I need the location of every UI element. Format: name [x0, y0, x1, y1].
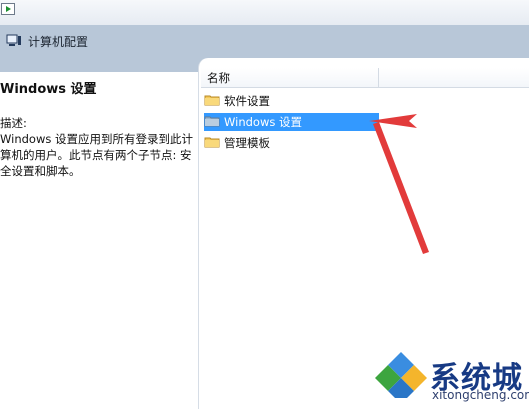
watermark: 系统城 xitongcheng.com — [374, 350, 529, 409]
window-button-icon[interactable] — [1, 3, 15, 15]
list-item-label: 管理模板 — [224, 136, 270, 150]
computer-config-icon — [6, 33, 22, 52]
list-item-label: 软件设置 — [224, 94, 270, 108]
folder-icon — [204, 93, 220, 109]
node-title: 计算机配置 — [6, 34, 88, 50]
list-item-admin-templates[interactable]: 管理模板 — [204, 134, 270, 152]
annotation-arrow-icon — [369, 114, 429, 254]
column-header-name[interactable]: 名称 — [201, 68, 379, 88]
list-item-label: Windows 设置 — [224, 115, 302, 129]
folder-icon — [204, 135, 220, 151]
description-line: 全设置和脚本。 — [0, 164, 81, 178]
watermark-logo-icon — [375, 352, 427, 398]
column-header-filler — [379, 68, 529, 88]
column-header-label: 名称 — [207, 71, 230, 85]
list-item-windows-settings[interactable]: Windows 设置 — [204, 113, 379, 131]
list-item-software-settings[interactable]: 软件设置 — [204, 92, 270, 110]
description-line: Windows 设置应用到所有登录到此计 — [0, 132, 193, 146]
selected-item-heading: Windows 设置 — [0, 82, 97, 97]
folder-icon — [204, 114, 220, 130]
description-line: 算机的用户。此节点有两个子节点: 安 — [0, 148, 192, 162]
window-title: 计算机配置 — [28, 35, 89, 49]
description-label: 描述: — [0, 116, 27, 130]
description-text: 描述: Windows 设置应用到所有登录到此计 算机的用户。此节点有两个子节点… — [0, 115, 198, 179]
watermark-url: xitongcheng.com — [432, 388, 529, 402]
description-pane: Windows 设置 描述: Windows 设置应用到所有登录到此计 算机的用… — [0, 72, 198, 409]
top-bar — [0, 0, 529, 26]
